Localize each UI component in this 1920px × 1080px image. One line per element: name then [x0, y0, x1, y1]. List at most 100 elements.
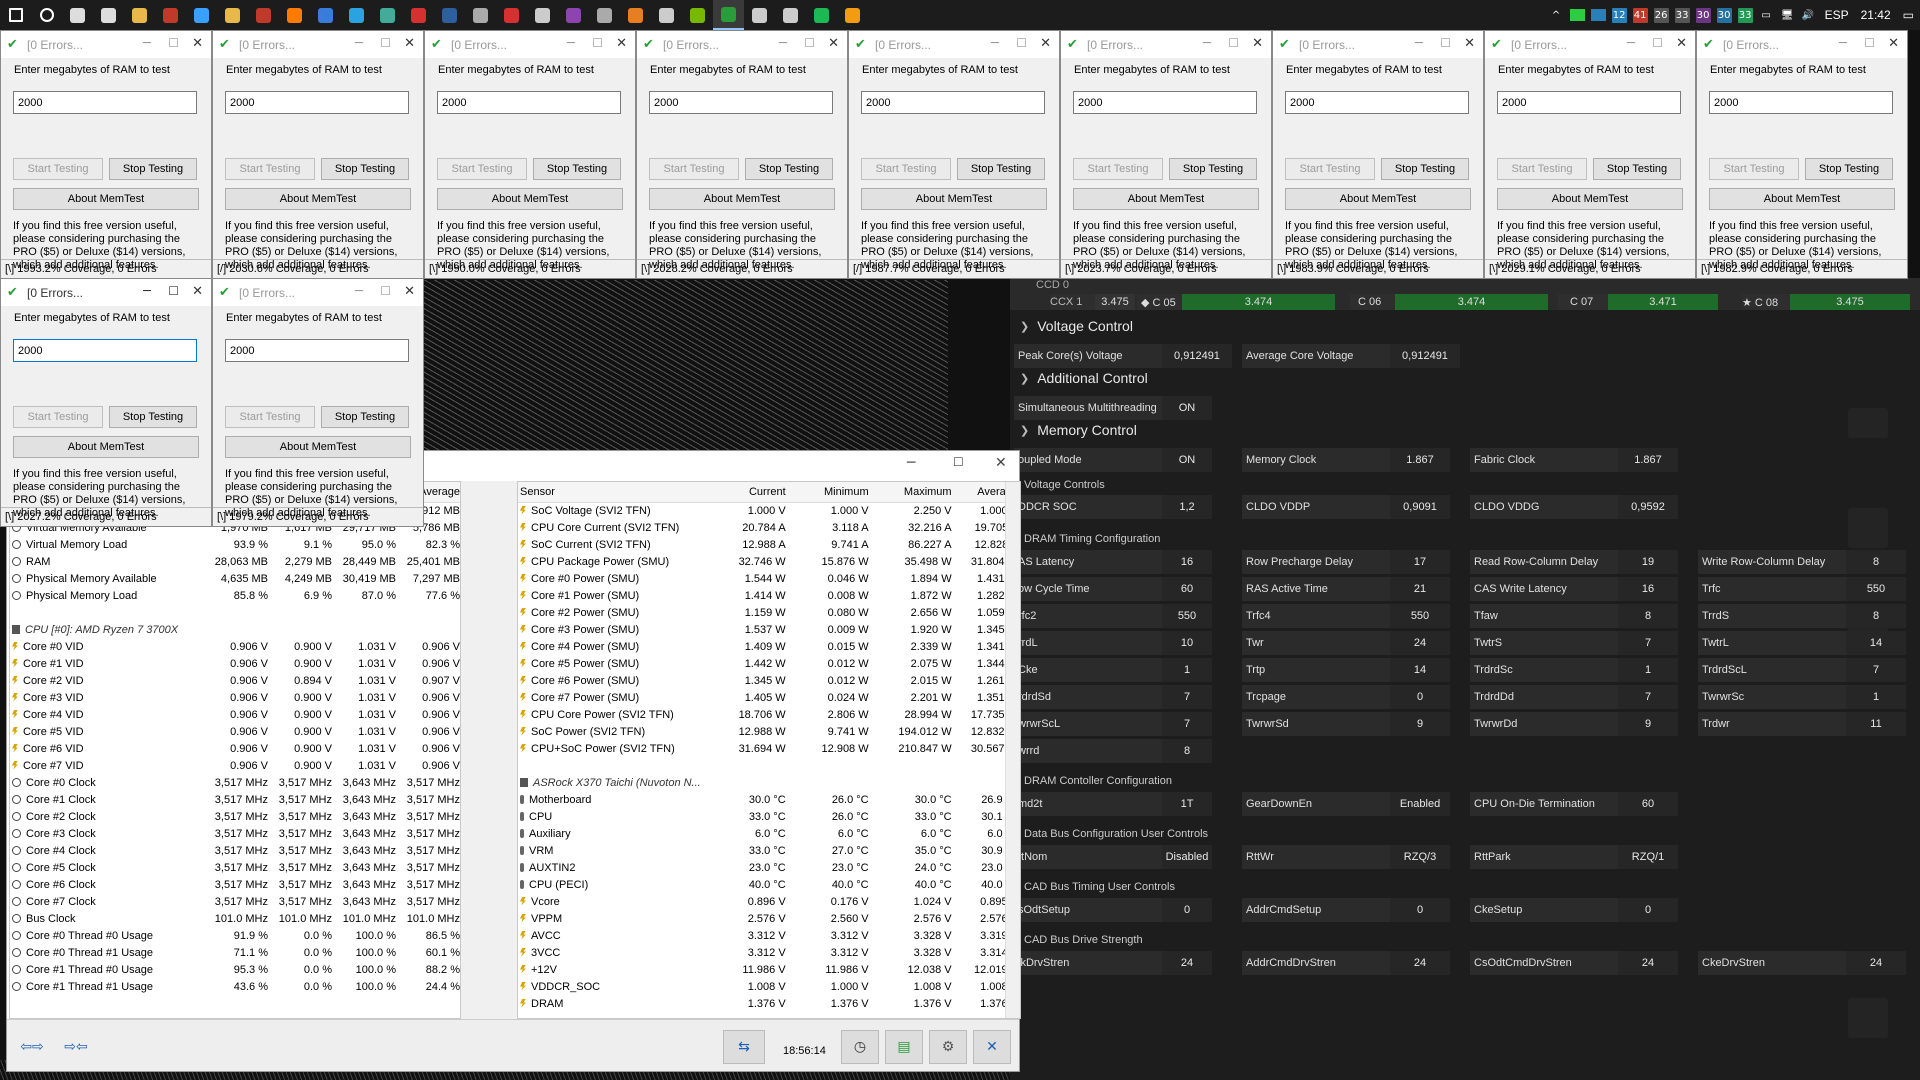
sensor-row[interactable]: Core #5 VID 0.906 V 0.900 V 1.031 V 0.906 V: [10, 723, 460, 740]
sensor-row[interactable]: Core #3 Power (SMU) 1.537 W 0.009 W 1.920 W…: [518, 621, 1020, 638]
sensor-row[interactable]: CPU [#0]: AMD Ryzen 7 3700X: [10, 618, 460, 638]
ckesetup-value[interactable]: 0: [1618, 898, 1678, 922]
sensor-row[interactable]: +12V 11.986 V 11.986 V 12.038 V 12.019 V: [518, 961, 1020, 978]
close-button-icon[interactable]: ✕: [973, 1030, 1011, 1064]
sensor-row[interactable]: SoC Power (SVI2 TFN) 12.988 W 9.741 W 194.0…: [518, 723, 1020, 740]
ram-input[interactable]: [1497, 91, 1681, 114]
close-icon[interactable]: ✕: [1252, 36, 1263, 51]
close-icon[interactable]: ✕: [995, 455, 1007, 471]
timing-value[interactable]: 24: [1390, 631, 1450, 655]
chevron-up-icon[interactable]: ^: [1549, 8, 1564, 23]
memory-clock-value[interactable]: 1.867: [1390, 448, 1450, 472]
title-bar[interactable]: ✔ [0 Errors... ─ ☐ ✕: [1485, 31, 1695, 58]
sensor-row[interactable]: Core #4 Clock 3,517 MHz 3,517 MHz 3,643 MHz…: [10, 842, 460, 859]
calculator-icon[interactable]: [744, 0, 775, 30]
close-icon[interactable]: ✕: [1464, 36, 1475, 51]
minimize-icon[interactable]: ─: [143, 36, 151, 51]
app2-icon[interactable]: [465, 0, 496, 30]
stop-testing-button[interactable]: Stop Testing: [1169, 158, 1257, 180]
sensor-row[interactable]: 3VCC 3.312 V 3.312 V 3.328 V 3.314 V: [518, 944, 1020, 961]
timing-value[interactable]: 19: [1618, 550, 1678, 574]
about-memtest-button[interactable]: About MemTest: [1285, 188, 1471, 210]
timing-value[interactable]: 17: [1390, 550, 1450, 574]
memtest-red-icon[interactable]: [403, 0, 434, 30]
sensor-row[interactable]: Core #1 Thread #1 Usage 43.6 % 0.0 % 100.0 …: [10, 978, 460, 995]
title-bar[interactable]: ✔ [0 Errors... ─ ☐ ✕: [1, 279, 211, 306]
volume-icon[interactable]: 🔊: [1801, 8, 1816, 23]
close-icon[interactable]: ✕: [404, 284, 415, 299]
minimize-icon[interactable]: ─: [1415, 36, 1423, 51]
sensor-row[interactable]: Auxiliary 6.0 °C 6.0 °C 6.0 °C 6.0 °C: [518, 825, 1020, 842]
maximize-icon[interactable]: ☐: [804, 36, 815, 50]
column-header[interactable]: Maximum: [870, 482, 954, 503]
title-bar[interactable]: ✔ [0 Errors... ─ ☐ ✕: [1061, 31, 1271, 58]
sensor-row[interactable]: Core #0 Power (SMU) 1.544 W 0.046 W 1.894 W…: [518, 570, 1020, 587]
ram-input[interactable]: [649, 91, 833, 114]
minimize-icon[interactable]: ─: [355, 284, 363, 299]
language-indicator[interactable]: ESP: [1825, 8, 1849, 22]
stop-testing-button[interactable]: Stop Testing: [1805, 158, 1893, 180]
sensor-row[interactable]: Core #5 Power (SMU) 1.442 W 0.012 W 2.075 W…: [518, 655, 1020, 672]
column-header[interactable]: Minimum: [787, 482, 871, 503]
clock[interactable]: 21:42: [1861, 8, 1891, 22]
sensor-row[interactable]: Physical Memory Load 85.8 % 6.9 % 87.0 % 77.…: [10, 587, 460, 604]
maximize-icon[interactable]: ☐: [1440, 36, 1451, 50]
cldo-vddp-value[interactable]: 0,9091: [1390, 495, 1450, 519]
title-bar[interactable]: ✔ [0 Errors... ─ ☐ ✕: [213, 279, 423, 306]
close-icon[interactable]: ✕: [828, 36, 839, 51]
start-testing-button[interactable]: Start Testing: [1497, 158, 1587, 180]
app-tray-icon[interactable]: [1590, 9, 1606, 21]
sensor-row[interactable]: VRM 33.0 °C 27.0 °C 35.0 °C 30.9 °C: [518, 842, 1020, 859]
timing-value[interactable]: 10: [1162, 631, 1212, 655]
app-icon[interactable]: [372, 0, 403, 30]
sensor-row[interactable]: Core #3 VID 0.906 V 0.900 V 1.031 V 0.906 V: [10, 689, 460, 706]
log-icon[interactable]: ▤: [885, 1030, 923, 1064]
sensor-row[interactable]: Core #7 Power (SMU) 1.405 W 0.024 W 2.201 W…: [518, 689, 1020, 706]
timing-value[interactable]: 7: [1618, 685, 1678, 709]
additional-control-section[interactable]: ❯ Additional Control: [1020, 370, 1148, 386]
timing-value[interactable]: 7: [1618, 631, 1678, 655]
rttwr-value[interactable]: RZQ/3: [1390, 845, 1450, 869]
flag2-icon[interactable]: [248, 0, 279, 30]
memtest-icon[interactable]: [713, 0, 744, 30]
minimize-icon[interactable]: ─: [991, 36, 999, 51]
about-memtest-button[interactable]: About MemTest: [437, 188, 623, 210]
timing-value[interactable]: 550: [1390, 604, 1450, 628]
nav-left-right-icon[interactable]: ⇦⇨: [13, 1030, 51, 1064]
column-header[interactable]: Current: [704, 482, 788, 503]
timing-value[interactable]: 8: [1846, 604, 1906, 628]
csodtdrvstren-value[interactable]: 24: [1618, 951, 1678, 975]
sensor-row[interactable]: Core #5 Clock 3,517 MHz 3,517 MHz 3,643 MHz…: [10, 859, 460, 876]
browser-icon[interactable]: [310, 0, 341, 30]
timing-value[interactable]: 16: [1162, 550, 1212, 574]
minimize-icon[interactable]: ─: [567, 36, 575, 51]
sensor-row[interactable]: Bus Clock 101.0 MHz 101.0 MHz 101.0 MHz 101.…: [10, 910, 460, 927]
vddcr-soc-value[interactable]: 1,2: [1162, 495, 1212, 519]
timing-value[interactable]: 7: [1846, 658, 1906, 682]
settings-icon[interactable]: ⚙: [929, 1030, 967, 1064]
ram-input[interactable]: [1285, 91, 1469, 114]
minimize-icon[interactable]: ─: [1839, 36, 1847, 51]
sensor-row[interactable]: Core #4 VID 0.906 V 0.900 V 1.031 V 0.906 V: [10, 706, 460, 723]
sensor-row[interactable]: Core #1 Thread #0 Usage 95.3 % 0.0 % 100.0 …: [10, 961, 460, 978]
app6-icon[interactable]: [775, 0, 806, 30]
timing-value[interactable]: 1: [1846, 685, 1906, 709]
sensor-row[interactable]: Core #2 Power (SMU) 1.159 W 0.080 W 2.656 W…: [518, 604, 1020, 621]
close-icon[interactable]: ✕: [1676, 36, 1687, 51]
title-bar[interactable]: ✔ [0 Errors... ─ ☐ ✕: [425, 31, 635, 58]
sensor-row[interactable]: Core #3 Clock 3,517 MHz 3,517 MHz 3,643 MHz…: [10, 825, 460, 842]
sensor-row[interactable]: Core #1 Clock 3,517 MHz 3,517 MHz 3,643 MHz…: [10, 791, 460, 808]
maximize-icon[interactable]: ☐: [592, 36, 603, 50]
addrcmdsetup-value[interactable]: 0: [1390, 898, 1450, 922]
start-testing-button[interactable]: Start Testing: [649, 158, 739, 180]
vlc-icon[interactable]: [837, 0, 868, 30]
sensor-row[interactable]: Core #4 Power (SMU) 1.409 W 0.015 W 2.339 W…: [518, 638, 1020, 655]
stop-testing-button[interactable]: Stop Testing: [321, 158, 409, 180]
ckedrvstren-value[interactable]: 24: [1846, 951, 1906, 975]
app3-icon[interactable]: [527, 0, 558, 30]
sensor-row[interactable]: Core #1 VID 0.906 V 0.900 V 1.031 V 0.906 V: [10, 655, 460, 672]
search-icon[interactable]: [31, 0, 62, 30]
stop-testing-button[interactable]: Stop Testing: [1381, 158, 1469, 180]
maximize-icon[interactable]: ☐: [1652, 36, 1663, 50]
maximize-icon[interactable]: ☐: [380, 36, 391, 50]
